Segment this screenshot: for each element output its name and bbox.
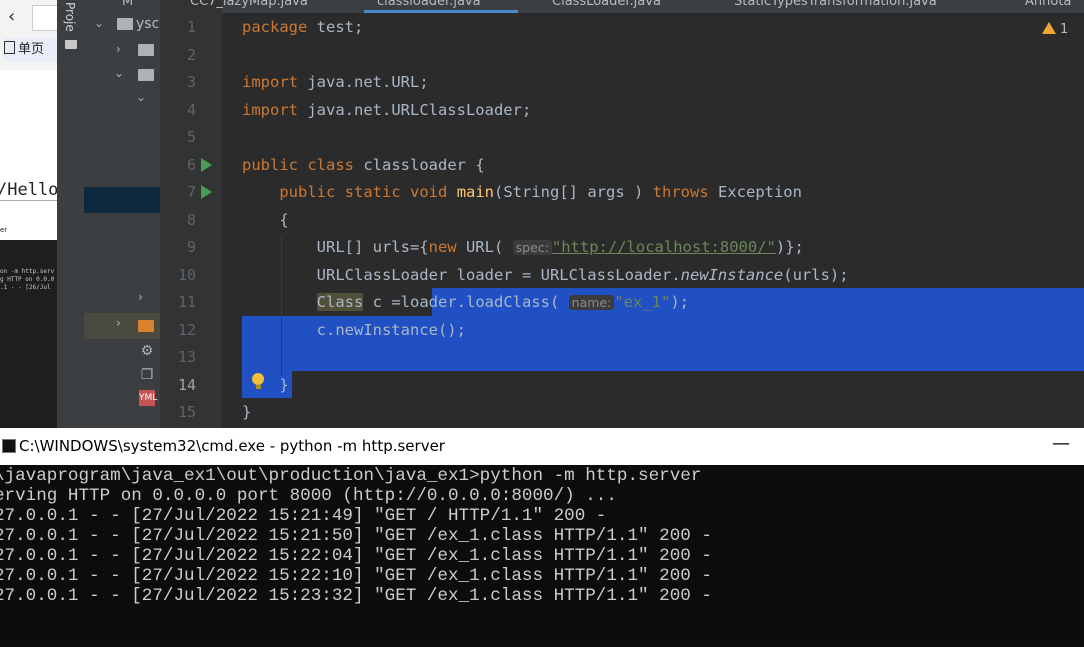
line-number: 7 bbox=[186, 183, 196, 201]
line-number: 8 bbox=[186, 211, 196, 229]
mini-terminal-line: .1 - - [26/Jul bbox=[0, 284, 51, 291]
cmd-title: C:\WINDOWS\system32\cmd.exe - python -m … bbox=[19, 437, 445, 455]
run-icon[interactable] bbox=[201, 185, 212, 199]
mini-terminal-line: on -m http.serv bbox=[0, 268, 55, 275]
code-line-7: public static void main(String[] args ) … bbox=[279, 183, 802, 201]
page-icon bbox=[4, 41, 15, 54]
tree-row-selected[interactable] bbox=[84, 187, 160, 213]
mini-terminal-header: er bbox=[0, 226, 57, 240]
code-line-8: { bbox=[279, 211, 289, 229]
chevron-left-icon[interactable]: ‹ bbox=[8, 6, 15, 27]
chevron-right-icon: › bbox=[116, 316, 121, 330]
editor-tab[interactable]: CC7_lazyMap.java bbox=[190, 0, 308, 9]
bookmark-label: 单页 bbox=[18, 42, 45, 57]
active-tab-indicator bbox=[364, 10, 518, 13]
lightbulb-icon[interactable] bbox=[252, 373, 264, 385]
mini-terminal: er on -m http.serv g HTTP on 0.0.0 .1 - … bbox=[0, 226, 57, 428]
code-line-15: } bbox=[242, 403, 252, 421]
cmd-line: \javaprogram\java_ex1\out\production\jav… bbox=[0, 466, 702, 486]
code-line-11: Class c =loader.loadClass( name: "ex_1"); bbox=[316, 293, 689, 311]
cmd-line: 27.0.0.1 - - [27/Jul/2022 15:21:50] "GET… bbox=[0, 526, 712, 546]
code-line-12: c.newInstance(); bbox=[316, 321, 466, 339]
cmd-line: 27.0.0.1 - - [27/Jul/2022 15:22:10] "GET… bbox=[0, 566, 712, 586]
cmd-output[interactable]: \javaprogram\java_ex1\out\production\jav… bbox=[0, 465, 1084, 647]
editor-gutter: 1 2 3 4 5 6 7 8 9 10 11 12 13 14 15 bbox=[160, 0, 239, 428]
folder-icon bbox=[138, 69, 154, 81]
inspection-warnings[interactable]: 1 bbox=[1042, 22, 1068, 37]
chevron-right-icon[interactable]: › bbox=[138, 290, 143, 304]
line-number: 9 bbox=[186, 238, 196, 256]
parameter-hint: spec: bbox=[512, 240, 552, 255]
project-tree: ⌄ ysc › ⌄ ⌄ › › ⚙ ❐ YML bbox=[84, 0, 160, 428]
code-line-9: URL[] urls={new URL( spec: "http://localh… bbox=[316, 238, 804, 256]
mini-terminal-line: g HTTP on 0.0.0 bbox=[0, 276, 55, 283]
line-number: 5 bbox=[186, 128, 196, 146]
code-editor[interactable]: M CC7_lazyMap.java classloader.java Clas… bbox=[122, 0, 1084, 428]
cmd-line: 27.0.0.1 - - [27/Jul/2022 15:23:32] "GET… bbox=[0, 586, 712, 606]
code-line-14: } bbox=[279, 376, 289, 394]
line-number: 6 bbox=[186, 156, 196, 174]
line-number: 4 bbox=[186, 101, 196, 119]
line-number: 13 bbox=[177, 348, 196, 366]
folder-icon bbox=[138, 44, 154, 56]
tree-row-highlighted[interactable]: › bbox=[84, 313, 160, 339]
editor-tab[interactable]: ClassLoader.java bbox=[552, 0, 661, 9]
cmd-title-bar[interactable]: C:\WINDOWS\system32\cmd.exe - python -m … bbox=[0, 428, 1084, 465]
divider bbox=[0, 200, 57, 201]
line-number: 3 bbox=[186, 73, 196, 91]
code-line-1: package test; bbox=[242, 18, 364, 36]
editor-tab[interactable]: Annota bbox=[1025, 0, 1071, 9]
warning-count: 1 bbox=[1060, 22, 1069, 37]
minimize-button[interactable]: — bbox=[1052, 433, 1070, 454]
folder-icon bbox=[65, 40, 77, 49]
project-root-label[interactable]: ysc bbox=[136, 16, 159, 32]
run-icon[interactable] bbox=[201, 158, 212, 172]
editor-tab[interactable]: StaticTypesTransformation.java bbox=[734, 0, 937, 9]
folder-icon bbox=[138, 320, 154, 332]
cmd-line: 27.0.0.1 - - [27/Jul/2022 15:22:04] "GET… bbox=[0, 546, 712, 566]
file-icon[interactable]: ❐ bbox=[139, 367, 155, 383]
parameter-hint: name: bbox=[568, 295, 615, 310]
line-number: 12 bbox=[177, 321, 196, 339]
code-line-10: URLClassLoader loader = URLClassLoader.n… bbox=[316, 266, 849, 284]
project-tool-button[interactable]: Proje bbox=[63, 2, 77, 32]
line-number: 10 bbox=[177, 266, 196, 284]
line-number-current: 14 bbox=[177, 376, 196, 394]
code-line-4: import java.net.URLClassLoader; bbox=[242, 101, 532, 119]
address-bar[interactable] bbox=[32, 5, 57, 31]
warning-icon bbox=[1042, 22, 1056, 34]
chevron-down-icon[interactable]: ⌄ bbox=[114, 66, 124, 80]
code-line-6: public class classloader { bbox=[242, 156, 485, 174]
editor-tab-bar: M CC7_lazyMap.java classloader.java Clas… bbox=[122, 0, 1084, 13]
editor-tab-active[interactable]: classloader.java bbox=[377, 0, 481, 9]
folder-icon bbox=[117, 18, 133, 30]
yml-file-icon[interactable]: YML bbox=[139, 390, 157, 406]
page-text: /Hello bbox=[0, 180, 57, 200]
cmd-line: erving HTTP on 0.0.0.0 port 8000 (http:/… bbox=[0, 486, 617, 506]
bookmark-item[interactable]: 单页 bbox=[4, 38, 57, 62]
line-number: 15 bbox=[177, 403, 196, 421]
chevron-right-icon[interactable]: › bbox=[116, 42, 121, 56]
line-number: 11 bbox=[177, 293, 196, 311]
line-number: 1 bbox=[186, 18, 196, 36]
chevron-down-icon[interactable]: ⌄ bbox=[94, 16, 104, 30]
tool-window-strip: Proje bbox=[57, 0, 85, 428]
browser-window: ‹ 单页 /Hello er on -m http.serv g HTTP on… bbox=[0, 0, 57, 428]
editor-tab[interactable]: M bbox=[122, 0, 133, 9]
code-line-3: import java.net.URL; bbox=[242, 73, 429, 91]
cmd-line: 27.0.0.1 - - [27/Jul/2022 15:21:49] "GET… bbox=[0, 506, 607, 526]
gear-icon[interactable]: ⚙ bbox=[139, 343, 155, 359]
lightbulb-base bbox=[256, 385, 261, 389]
terminal-icon bbox=[2, 439, 16, 453]
chevron-down-icon[interactable]: ⌄ bbox=[136, 90, 146, 104]
line-number: 2 bbox=[186, 46, 196, 64]
browser-toolbar: ‹ 单页 bbox=[0, 0, 57, 70]
